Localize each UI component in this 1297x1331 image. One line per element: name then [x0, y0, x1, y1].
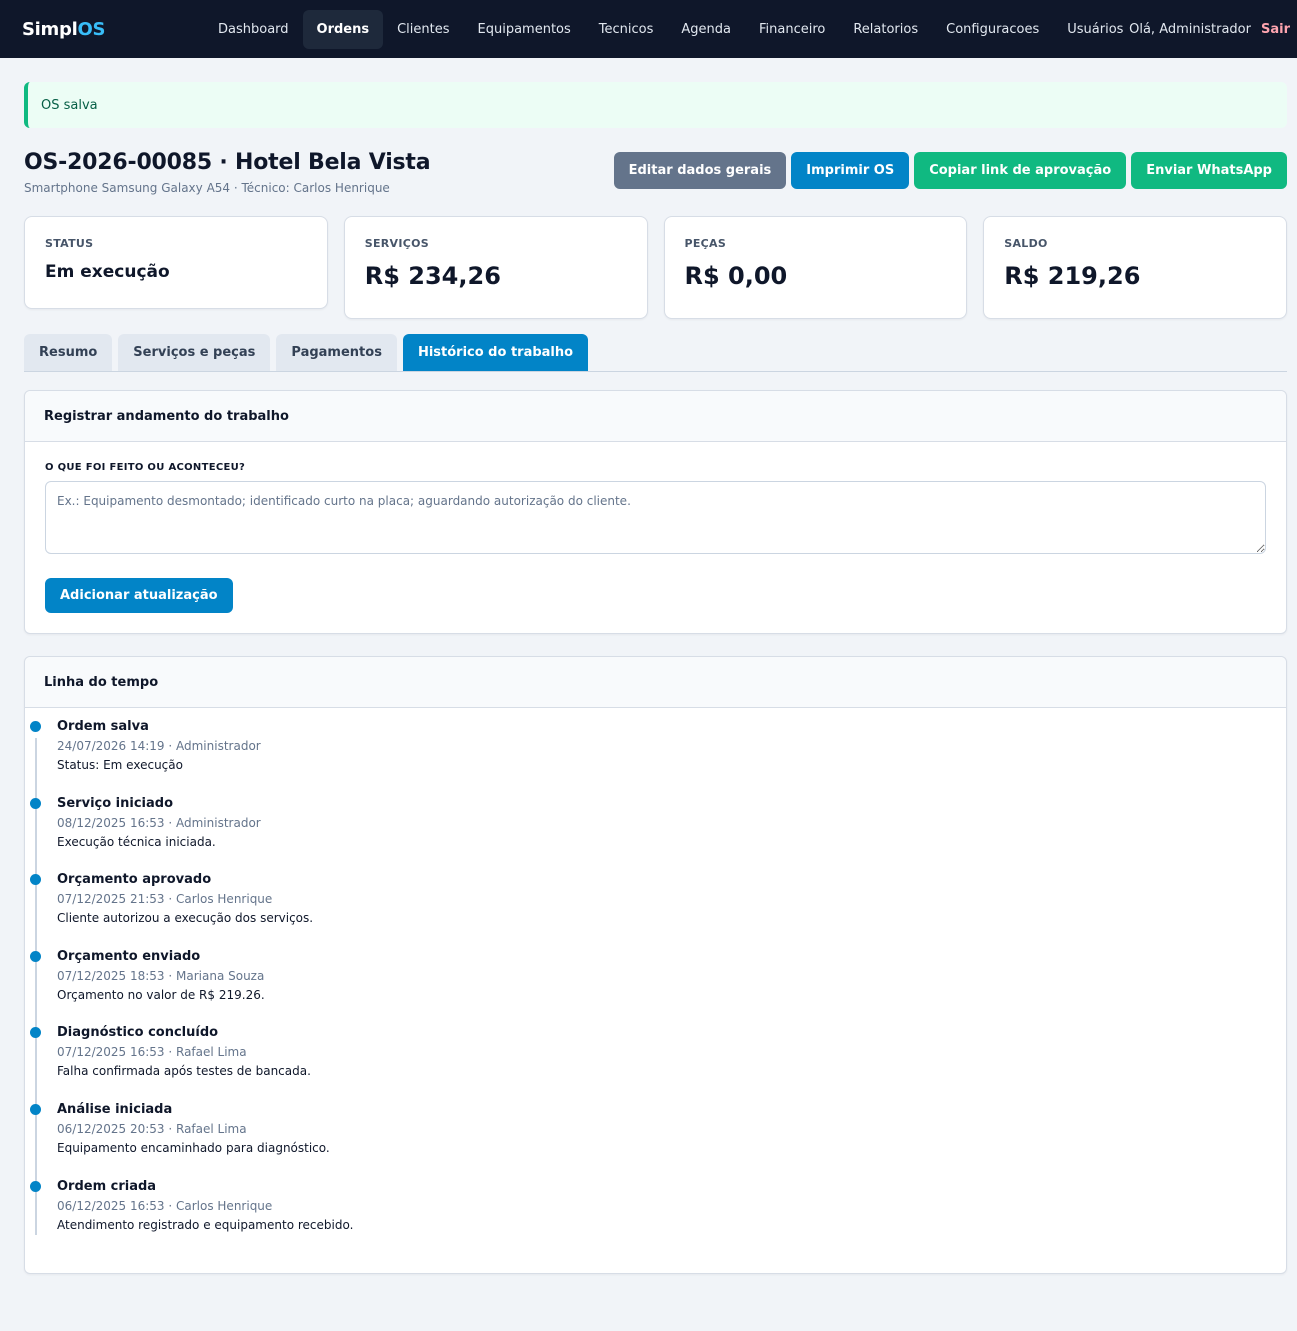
nav-item-financeiro[interactable]: Financeiro	[745, 10, 839, 49]
nav-item-agenda[interactable]: Agenda	[667, 10, 745, 49]
timeline-item-title: Ordem salva	[57, 719, 149, 734]
timeline-item-meta: 06/12/2025 20:53 · Rafael Lima	[57, 1121, 247, 1136]
timeline-item-desc: Equipamento encaminhado para diagnóstico…	[57, 1140, 330, 1155]
timeline-dot-icon	[30, 1103, 41, 1115]
timeline-item-title: Ordem criada	[57, 1178, 157, 1194]
tab-servicos-pecas[interactable]: Serviços e peças	[118, 334, 271, 371]
timeline-item: Orçamento enviado 07/12/2025 18:53 · Mar…	[30, 948, 1286, 1026]
balance-value: R$ 219,26	[1004, 262, 1141, 290]
register-progress-panel: Registrar andamento do trabalho O QUE FO…	[24, 390, 1287, 634]
status-value: Em execução	[45, 262, 170, 282]
timeline-item-desc: Atendimento registrado e equipamento rec…	[57, 1217, 354, 1232]
timeline-item-meta: 07/12/2025 16:53 · Rafael Lima	[57, 1045, 247, 1060]
tab-pagamentos[interactable]: Pagamentos	[276, 334, 397, 371]
timeline-dot-icon	[30, 797, 41, 809]
alert-message: OS salva	[41, 97, 98, 113]
copy-approval-link-button[interactable]: Copiar link de aprovação	[914, 152, 1127, 189]
timeline-item-desc: Falha confirmada após testes de bancada.	[57, 1064, 311, 1079]
timeline-item: Análise iniciada 06/12/2025 20:53 · Rafa…	[30, 1101, 1286, 1179]
progress-field-label: O QUE FOI FEITO OU ACONTECEU?	[45, 462, 246, 473]
timeline-dot-icon	[30, 721, 41, 732]
timeline-dot-icon	[30, 1180, 41, 1192]
timeline-item-meta: 06/12/2025 16:53 · Carlos Henrique	[57, 1198, 273, 1213]
nav-item-usuarios[interactable]: Usuários	[1053, 10, 1137, 49]
services-value: R$ 234,26	[364, 262, 501, 290]
tabs-bar: Resumo Serviços e peças Pagamentos Histó…	[24, 334, 1287, 372]
page-header: OS-2026-00085 · Hotel Bela Vista Smartph…	[24, 150, 1287, 200]
timeline-item-desc: Orçamento no valor de R$ 219.26.	[57, 987, 265, 1002]
timeline-item-desc: Status: Em execução	[57, 758, 183, 772]
balance-card: SALDO R$ 219,26	[983, 216, 1287, 319]
services-card-label: SERVIÇOS	[364, 237, 430, 250]
timeline-panel: Linha do tempo Ordem salva 24/07/2026 14…	[24, 656, 1287, 1275]
timeline-item: Ordem criada 06/12/2025 16:53 · Carlos H…	[30, 1178, 1286, 1256]
parts-card-label: PEÇAS	[684, 237, 727, 250]
parts-card: PEÇAS R$ 0,00	[663, 216, 968, 319]
timeline-dot-icon	[30, 1027, 41, 1039]
edit-general-data-button[interactable]: Editar dados gerais	[613, 152, 787, 189]
register-panel-title: Registrar andamento do trabalho	[25, 391, 1286, 442]
nav-item-configuracoes[interactable]: Configuracoes	[932, 10, 1053, 49]
balance-card-label: SALDO	[1004, 237, 1048, 250]
user-greeting: Olá, Administrador	[1129, 21, 1251, 37]
timeline-item-title: Orçamento enviado	[57, 948, 201, 964]
tab-resumo[interactable]: Resumo	[24, 334, 113, 371]
tab-historico[interactable]: Histórico do trabalho	[402, 334, 589, 371]
status-card: STATUS Em execução	[24, 216, 328, 309]
nav-item-ordens[interactable]: Ordens	[302, 9, 384, 49]
timeline-item-meta: 08/12/2025 16:53 · Administrador	[57, 815, 261, 830]
nav-item-clientes[interactable]: Clientes	[383, 10, 463, 49]
progress-textarea[interactable]	[45, 481, 1266, 554]
header-actions: Editar dados gerais Imprimir OS Copiar l…	[613, 152, 1287, 189]
timeline-item-desc: Execução técnica iniciada.	[57, 834, 216, 849]
nav-item-relatorios[interactable]: Relatorios	[839, 10, 932, 49]
nav-item-dashboard[interactable]: Dashboard	[204, 10, 303, 49]
timeline-item: Orçamento aprovado 07/12/2025 21:53 · Ca…	[30, 872, 1286, 949]
send-whatsapp-button[interactable]: Enviar WhatsApp	[1131, 152, 1287, 189]
timeline-panel-title: Linha do tempo	[25, 657, 1286, 708]
page-title: OS-2026-00085 · Hotel Bela Vista	[24, 150, 431, 175]
timeline-dot-icon	[30, 874, 41, 886]
parts-value: R$ 0,00	[684, 262, 788, 290]
nav-item-equipamentos[interactable]: Equipamentos	[464, 10, 585, 49]
services-card: SERVIÇOS R$ 234,26	[343, 216, 648, 319]
nav-item-tecnicos[interactable]: Tecnicos	[585, 10, 668, 49]
timeline-item: Serviço iniciado 08/12/2025 16:53 · Admi…	[30, 795, 1286, 873]
timeline-item-meta: 07/12/2025 18:53 · Mariana Souza	[57, 968, 265, 983]
top-navbar: SimplOS Dashboard Ordens Clientes Equipa…	[0, 0, 1297, 58]
timeline-item-title: Análise iniciada	[57, 1101, 173, 1117]
timeline-item-meta: 24/07/2026 14:19 · Administrador	[57, 739, 261, 753]
nav-menu: Dashboard Ordens Clientes Equipamentos T…	[204, 9, 1137, 49]
timeline-item: Ordem salva 24/07/2026 14:19 · Administr…	[30, 719, 1286, 796]
timeline-item-desc: Cliente autorizou a execução dos serviço…	[57, 911, 314, 926]
summary-cards: STATUS Em execução SERVIÇOS R$ 234,26 PE…	[24, 216, 1287, 319]
timeline-item: Diagnóstico concluído 07/12/2025 16:53 ·…	[30, 1025, 1286, 1102]
timeline-item-title: Orçamento aprovado	[57, 872, 212, 888]
timeline: Ordem salva 24/07/2026 14:19 · Administr…	[25, 708, 1286, 1273]
add-update-button[interactable]: Adicionar atualização	[45, 578, 233, 613]
print-os-button[interactable]: Imprimir OS	[791, 152, 910, 189]
timeline-item-title: Serviço iniciado	[57, 795, 174, 811]
timeline-line	[35, 738, 37, 1236]
timeline-item-meta: 07/12/2025 21:53 · Carlos Henrique	[57, 892, 273, 907]
timeline-item-title: Diagnóstico concluído	[57, 1025, 219, 1041]
page-subtitle: Smartphone Samsung Galaxy A54 · Técnico:…	[24, 181, 390, 195]
success-alert: OS salva	[24, 82, 1287, 128]
main-content: OS salva OS-2026-00085 · Hotel Bela Vist…	[0, 82, 1297, 1275]
logout-link[interactable]: Sair	[1261, 22, 1290, 37]
brand-logo[interactable]: SimplOS	[22, 19, 204, 40]
user-area: Olá, Administrador Sair	[1129, 0, 1290, 58]
status-card-label: STATUS	[45, 237, 94, 250]
timeline-dot-icon	[30, 950, 41, 962]
